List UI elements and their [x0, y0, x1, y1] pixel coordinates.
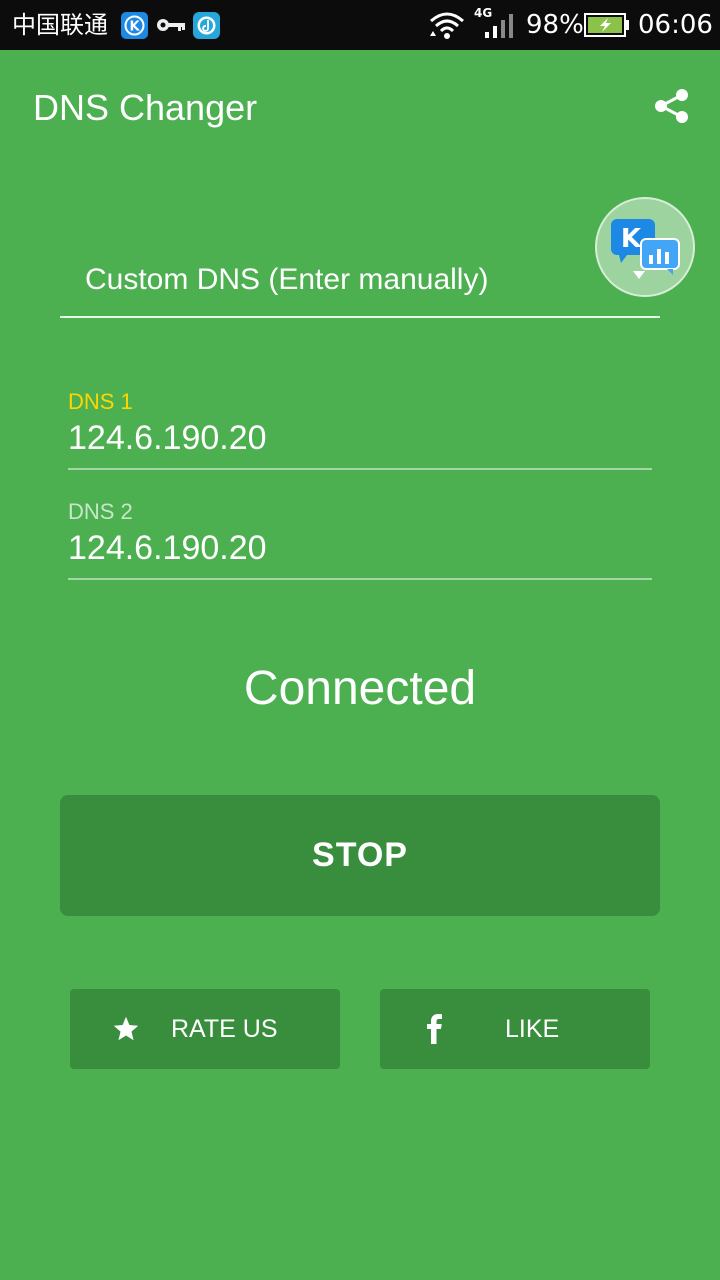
rate-us-label: RATE US: [171, 1015, 278, 1043]
music-icon: [193, 12, 220, 39]
dns1-input[interactable]: 124.6.190.20: [68, 416, 652, 470]
dns1-field[interactable]: DNS 1 124.6.190.20: [68, 388, 652, 470]
share-icon[interactable]: [652, 86, 692, 126]
rate-us-button[interactable]: RATE US: [70, 989, 340, 1069]
clock: 06:06: [638, 10, 713, 40]
screen: 中国联通 K 4G 98% 06:06 DNS Changer K Custom…: [0, 0, 720, 1280]
carrier-name: 中国联通: [12, 11, 108, 39]
stop-button[interactable]: STOP: [60, 795, 660, 916]
dns2-label: DNS 2: [68, 499, 133, 524]
dns2-field[interactable]: DNS 2 124.6.190.20: [68, 498, 652, 580]
dns-provider-spinner[interactable]: Custom DNS (Enter manually): [60, 250, 660, 318]
signal-icon: [485, 14, 513, 38]
like-label: LIKE: [505, 1015, 560, 1043]
key-icon: [157, 19, 185, 31]
kugou-icon: K: [121, 12, 148, 39]
wifi-icon: [430, 12, 464, 39]
dns2-input[interactable]: 124.6.190.20: [68, 526, 652, 580]
battery-percent: 98%: [526, 10, 584, 40]
facebook-icon: [427, 1014, 442, 1044]
dns-provider-selected: Custom DNS (Enter manually): [85, 263, 489, 296]
status-bar: 中国联通 K 4G 98% 06:06: [0, 0, 720, 50]
svg-text:K: K: [129, 20, 140, 35]
star-icon: [113, 1016, 139, 1041]
connection-status: Connected: [243, 662, 477, 715]
app-title: DNS Changer: [33, 87, 258, 128]
dns1-label: DNS 1: [68, 389, 133, 414]
like-button[interactable]: LIKE: [380, 989, 650, 1069]
battery-icon: [584, 13, 629, 37]
